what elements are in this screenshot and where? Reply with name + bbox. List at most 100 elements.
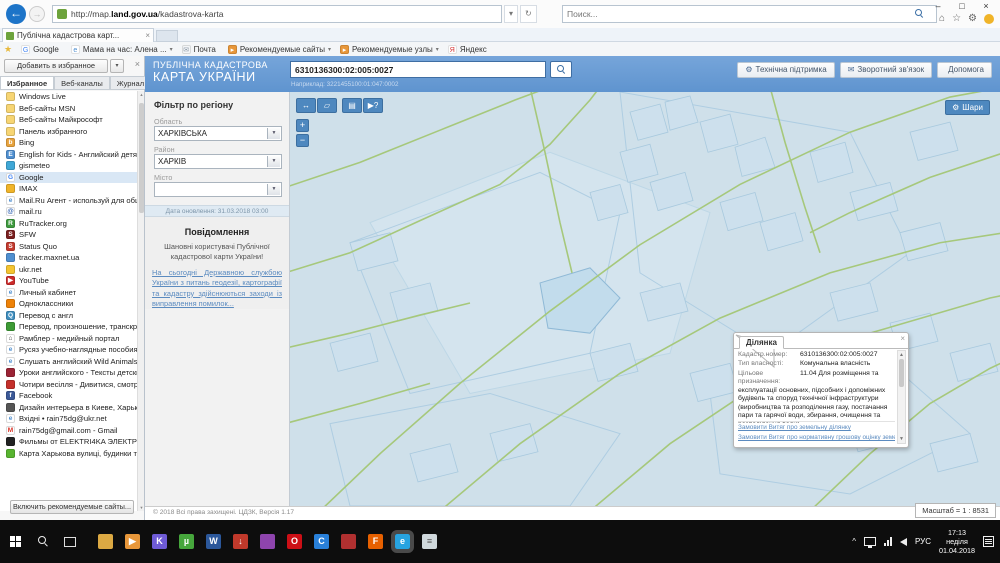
zoom-out-button[interactable]: − xyxy=(296,134,309,147)
signal-bars-icon[interactable] xyxy=(884,537,892,546)
panel-close-icon[interactable]: × xyxy=(135,59,140,69)
measure-distance-icon[interactable]: ↔ xyxy=(296,98,316,113)
sidebar-item[interactable]: R RuTracker.org xyxy=(0,218,138,230)
sidebar-item[interactable]: Веб-сайты Майкрософт xyxy=(0,114,138,126)
sidebar-item[interactable]: Одноклассники xyxy=(0,298,138,310)
opera-icon[interactable]: O xyxy=(287,534,302,549)
sidebar-item[interactable]: IMAX xyxy=(0,183,138,195)
misto-select[interactable]: ▼ xyxy=(154,182,282,197)
sidebar-item[interactable]: Перевод, произношение, транскрипция xyxy=(0,321,138,333)
word-icon[interactable]: W xyxy=(206,534,221,549)
scroll-up-icon[interactable]: ▲ xyxy=(138,92,145,97)
tab-favorites[interactable]: Избранное xyxy=(0,76,54,89)
sidebar-item[interactable]: ukr.net xyxy=(0,264,138,276)
sidebar-item[interactable]: f Facebook xyxy=(0,390,138,402)
browser-tab[interactable]: Публічна кадастрова карт... × xyxy=(2,28,154,42)
scroll-down-icon[interactable]: ▼ xyxy=(138,505,145,510)
favorites-bar-item[interactable]: Я Яндекс xyxy=(448,45,490,54)
utorrent-icon[interactable]: µ xyxy=(179,534,194,549)
app-red-icon[interactable] xyxy=(341,534,356,549)
sidebar-item[interactable]: Q Перевод с англ xyxy=(0,310,138,322)
scrollbar-thumb[interactable] xyxy=(899,359,904,387)
sidebar-item[interactable]: e Слушать английский Wild Animals xyxy=(0,356,138,368)
sidebar-item[interactable]: gismeteo xyxy=(0,160,138,172)
forward-button[interactable]: → xyxy=(29,6,45,22)
measure-area-icon[interactable]: ▱ xyxy=(317,98,337,113)
back-button[interactable]: ← xyxy=(6,4,26,24)
ie-icon[interactable]: e xyxy=(395,534,410,549)
media-player-icon[interactable]: ▶ xyxy=(125,534,140,549)
cadastral-search-input[interactable] xyxy=(290,61,546,78)
tab-feeds[interactable]: Веб-каналы xyxy=(54,76,110,89)
refresh-icon[interactable]: ↻ xyxy=(520,5,537,23)
zoom-in-button[interactable]: + xyxy=(296,119,309,132)
maximize-button[interactable]: □ xyxy=(950,0,974,13)
enable-suggested-sites-button[interactable]: Включить рекомендуемые сайты... xyxy=(10,500,134,514)
sidebar-item[interactable]: Панель избранного xyxy=(0,126,138,138)
downloader-icon[interactable]: ↓ xyxy=(233,534,248,549)
sidebar-item[interactable]: S SFW xyxy=(0,229,138,241)
sidebar-item[interactable]: Чотири весілля - Дивитися, смотреть о... xyxy=(0,379,138,391)
tab-close-icon[interactable]: × xyxy=(145,31,150,40)
action-center-icon[interactable] xyxy=(983,536,994,547)
add-to-favorites-button[interactable]: Добавить в избранное xyxy=(4,59,108,73)
favorites-bar-item[interactable]: G Google xyxy=(21,45,62,54)
message-link[interactable]: На сьогодні Державною службою України з … xyxy=(152,268,282,309)
start-button[interactable] xyxy=(10,536,21,547)
header-button[interactable]: ✉ Зворотний зв'язок xyxy=(840,62,932,78)
app-blue-circle-icon[interactable]: C xyxy=(314,534,329,549)
layers-button[interactable]: ⚙ Шари xyxy=(945,100,990,115)
minimize-button[interactable]: – xyxy=(926,0,950,13)
compatibility-caret-icon[interactable]: ▾ xyxy=(504,5,518,23)
settings-gear-icon[interactable]: ⚙ xyxy=(968,13,977,24)
tray-chevron-icon[interactable]: ^ xyxy=(852,537,856,546)
file-explorer-icon[interactable] xyxy=(98,534,113,549)
firefox-icon[interactable]: F xyxy=(368,534,383,549)
sidebar-item[interactable]: Фильмы от ELEKTRI4KA ЭЛЕКТРИЧКА ... xyxy=(0,436,138,448)
language-indicator[interactable]: РУС xyxy=(915,537,931,546)
sidebar-item[interactable]: Windows Live xyxy=(0,91,138,103)
popup-tab-parcel[interactable]: Ділянка xyxy=(739,336,784,349)
popup-close-icon[interactable]: × xyxy=(900,334,905,343)
notepad-icon[interactable]: ≡ xyxy=(422,534,437,549)
browser-search-input[interactable] xyxy=(562,5,937,23)
close-button[interactable]: × xyxy=(974,0,998,13)
scroll-down-icon[interactable]: ▼ xyxy=(898,436,905,442)
network-display-icon[interactable] xyxy=(864,537,876,546)
print-icon[interactable]: ▤ xyxy=(342,98,362,113)
scrollbar-thumb[interactable] xyxy=(139,103,144,213)
favorites-bar-item[interactable]: ✉ Почта xyxy=(182,45,219,54)
cadastral-search-button[interactable] xyxy=(550,61,572,78)
star-icon[interactable]: ★ xyxy=(4,44,12,55)
favorites-bar-item[interactable]: ▸ Рекомендуемые сайты ▾ xyxy=(228,45,331,54)
favorites-bar-item[interactable]: e Мама на час: Алена ... ▾ xyxy=(71,45,173,54)
sidebar-item[interactable]: S Status Quo xyxy=(0,241,138,253)
sidebar-item[interactable]: E English for Kids - Английский детям xyxy=(0,149,138,161)
sidebar-item[interactable]: Карта Харькова вулиці, будинки та орг... xyxy=(0,448,138,460)
header-button[interactable]: Допомога xyxy=(937,62,992,78)
identify-icon[interactable]: ▶? xyxy=(363,98,383,113)
volume-icon[interactable] xyxy=(900,538,907,546)
sidebar-scrollbar[interactable]: ▲ ▼ xyxy=(137,91,144,511)
order-extract-link[interactable]: Замовити Витяг про нормативну грошову оц… xyxy=(738,434,895,441)
sidebar-item[interactable]: e Русяз учебно-наглядные пособия xyxy=(0,344,138,356)
sidebar-item[interactable]: Дизайн интерьера в Киеве, Харькова, П... xyxy=(0,402,138,414)
sidebar-item[interactable]: e Mail.Ru Агент - используй для общения! xyxy=(0,195,138,207)
sidebar-item[interactable]: Веб-сайты MSN xyxy=(0,103,138,115)
sidebar-item[interactable]: e Вхідні • rain75dg@ukr.net xyxy=(0,413,138,425)
taskbar-search-icon[interactable] xyxy=(38,536,49,547)
scroll-up-icon[interactable]: ▲ xyxy=(898,352,905,358)
order-extract-link[interactable]: Замовити Витяг про земельну ділянку xyxy=(738,424,895,431)
task-view-icon[interactable] xyxy=(64,537,76,547)
favorites-star-icon[interactable]: ☆ xyxy=(952,13,961,24)
sidebar-item[interactable]: ⌂ Рамблер - медийный портал xyxy=(0,333,138,345)
raion-select[interactable]: ХАРКІВ▼ xyxy=(154,154,282,169)
popup-scrollbar[interactable]: ▲ ▼ xyxy=(897,350,906,444)
sidebar-item[interactable]: Уроки английского - Тексты детских пе... xyxy=(0,367,138,379)
kmplayer-icon[interactable]: K xyxy=(152,534,167,549)
sidebar-item[interactable]: tracker.maxnet.ua xyxy=(0,252,138,264)
clock[interactable]: 17:13 неділя 01.04.2018 xyxy=(939,528,975,555)
add-favorites-caret-icon[interactable]: ▾ xyxy=(110,59,124,73)
new-tab-button[interactable] xyxy=(156,30,178,42)
sidebar-item[interactable]: @ mail.ru xyxy=(0,206,138,218)
